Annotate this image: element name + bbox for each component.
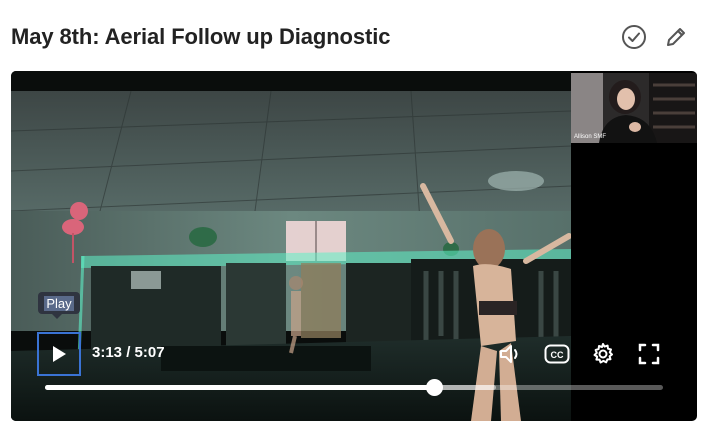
video-frame[interactable] (11, 71, 571, 421)
gear-icon (593, 343, 613, 364)
fullscreen-icon (638, 343, 660, 365)
page-header: May 8th: Aerial Follow up Diagnostic (0, 0, 720, 72)
settings-button[interactable] (589, 340, 617, 368)
fullscreen-button[interactable] (635, 340, 663, 368)
page-title: May 8th: Aerial Follow up Diagnostic (11, 24, 391, 49)
pencil-icon (667, 28, 685, 46)
volume-icon (500, 345, 518, 363)
pip-scene (571, 73, 697, 143)
picture-in-picture-camera[interactable]: Allison SMF (571, 73, 697, 143)
edit-button[interactable] (661, 22, 691, 52)
play-icon (53, 346, 66, 362)
seek-handle[interactable] (425, 379, 443, 396)
captions-button[interactable]: CC (543, 340, 571, 368)
pip-participant-name: Allison SMF (574, 134, 607, 140)
mark-complete-button[interactable] (619, 22, 649, 52)
seek-progress (45, 385, 434, 390)
seek-bar[interactable] (45, 379, 663, 396)
play-tooltip-text: Play (44, 295, 74, 311)
play-tooltip: Play (38, 292, 80, 319)
video-player[interactable]: Allison SMF Play 3:13 / 5:07 CC (11, 71, 697, 421)
svg-text:CC: CC (551, 350, 564, 360)
video-scene (11, 71, 571, 421)
time-display: 3:13 / 5:07 (92, 344, 165, 361)
closed-captions-icon: CC (544, 344, 570, 364)
play-button[interactable] (37, 332, 81, 376)
volume-button[interactable] (497, 340, 525, 368)
page: May 8th: Aerial Follow up Diagnostic All… (0, 0, 720, 431)
check-circle-icon (622, 25, 646, 49)
